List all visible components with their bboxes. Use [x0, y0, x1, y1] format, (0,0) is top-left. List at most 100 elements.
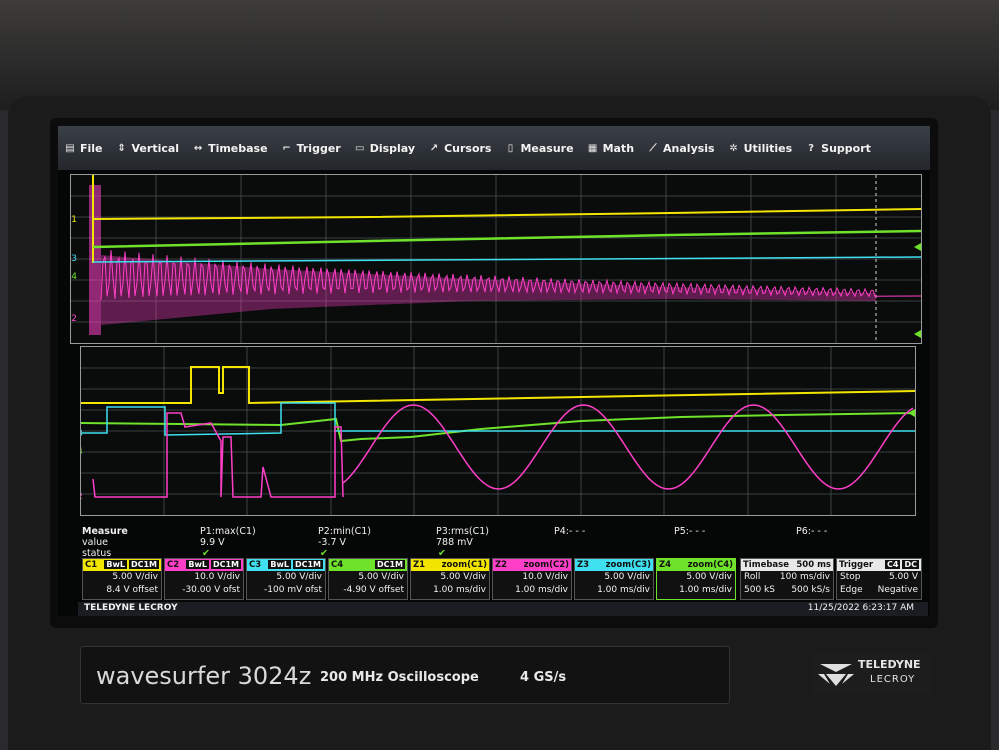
- timebase-sample-rate: 500 kS/s: [791, 585, 830, 595]
- menu-bar: ▤ File ⇕ Vertical ↔ Timebase ⌐ Trigger ▭ Disp…: [58, 126, 930, 170]
- menu-trigger[interactable]: ⌐ Trigger: [281, 142, 340, 155]
- c1-id: C1: [85, 560, 98, 570]
- menu-support[interactable]: ? Support: [805, 142, 871, 155]
- descriptor-z3[interactable]: Z3 zoom(C3) 5.00 V/div 1.00 ms/div: [574, 558, 654, 600]
- status-bar: TELEDYNE LECROY 11/25/2022 6:23:17 AM: [78, 602, 928, 616]
- p3-name[interactable]: P3:rms(C1): [436, 526, 489, 537]
- z2-sine-trace: [342, 404, 914, 490]
- z1-source: zoom(C1): [441, 560, 487, 570]
- label-c3: C3: [71, 254, 77, 264]
- z1-timebase: 1.00 ms/div: [433, 585, 486, 595]
- menu-file-label: File: [80, 141, 103, 155]
- menu-measure[interactable]: ▯ Measure: [504, 141, 574, 155]
- menu-utilities-label: Utilities: [743, 141, 793, 155]
- menu-timebase[interactable]: ↔ Timebase: [192, 142, 268, 155]
- c1-tag-coupling: DC1M: [128, 560, 159, 569]
- label-z1: Z1: [81, 397, 83, 407]
- menu-vertical[interactable]: ⇕ Vertical: [116, 141, 180, 155]
- trigger-type: Edge: [840, 585, 863, 595]
- timebase-rate: 100 ms/div: [779, 572, 830, 582]
- channel-descriptors: C1 BwL DC1M 5.00 V/div 8.4 V offset C2 BwL D…: [78, 558, 928, 602]
- menu-timebase-label: Timebase: [208, 141, 268, 155]
- c4-offset: -4.90 V offset: [343, 585, 404, 595]
- menu-measure-label: Measure: [520, 141, 574, 155]
- cursors-icon: ↗: [429, 142, 439, 154]
- descriptor-c2[interactable]: C2 BwL DC1M 10.0 V/div -30.00 V ofst: [164, 558, 244, 600]
- menu-math-label: Math: [602, 141, 635, 155]
- timebase-descriptor[interactable]: Timebase 500 ms Roll 100 ms/div 500 kS 500 …: [740, 558, 834, 600]
- menu-cursors[interactable]: ↗ Cursors: [428, 141, 492, 155]
- z3-source: zoom(C3): [605, 560, 651, 570]
- menu-support-label: Support: [821, 141, 871, 155]
- trigger-source-badge: C4: [885, 560, 901, 569]
- menu-file[interactable]: ▤ File: [64, 141, 103, 155]
- p2-value: -3.7 V: [318, 537, 347, 548]
- trigger-descriptor[interactable]: Trigger C4 DC Stop 5.00 V Edge Negative: [836, 558, 922, 600]
- z3-timebase: 1.00 ms/div: [597, 585, 650, 595]
- model-number: 3024z: [237, 662, 312, 690]
- p4-name[interactable]: P4:- - -: [554, 526, 585, 537]
- upper-waveform-svg: C1 C3 C4 C2: [71, 175, 921, 343]
- label-z4: Z4: [81, 447, 83, 457]
- z4-id: Z4: [659, 560, 672, 570]
- p1-name[interactable]: P1:max(C1): [200, 526, 256, 537]
- menu-utilities[interactable]: ✲ Utilities: [728, 141, 793, 155]
- label-z3: Z3: [81, 429, 83, 439]
- c3-tag-bwl: BwL: [268, 560, 291, 569]
- bandwidth-spec: 200 MHz Oscilloscope: [320, 670, 479, 685]
- z4-source: zoom(C4): [687, 560, 733, 570]
- status-brand: TELEDYNE LECROY: [84, 603, 178, 613]
- z1-id: Z1: [413, 560, 426, 570]
- logo-line-2: LECROY: [870, 674, 916, 685]
- c3-offset: -100 mV ofst: [264, 585, 322, 595]
- trigger-level: 5.00 V: [888, 572, 918, 582]
- menu-math[interactable]: ▦ Math: [587, 142, 634, 155]
- c1-scale: 5.00 V/div: [112, 572, 158, 582]
- menu-vertical-label: Vertical: [131, 141, 180, 155]
- label-c2: C2: [71, 314, 77, 324]
- z1-scale: 5.00 V/div: [440, 572, 486, 582]
- p1-value: 9.9 V: [200, 537, 225, 548]
- measurement-table[interactable]: Measure value status P1:max(C1) 9.9 V ✔ …: [78, 524, 928, 560]
- c2-tag-coupling: DC1M: [210, 560, 241, 569]
- trigger-coupling-badge: DC: [902, 560, 919, 569]
- label-c1: C1: [71, 215, 77, 225]
- menu-analysis[interactable]: ⟋ Analysis: [647, 142, 715, 155]
- trigger-title: Trigger: [839, 560, 874, 570]
- upper-waveform-grid[interactable]: C1 C3 C4 C2: [70, 174, 922, 344]
- scope-screen: ▤ File ⇕ Vertical ↔ Timebase ⌐ Trigger ▭ Disp…: [58, 126, 930, 616]
- timebase-icon: ↔: [193, 142, 203, 154]
- scope-top-casing: [0, 0, 999, 110]
- zoom-waveform-grid[interactable]: Z1 Z3 Z4 Z2: [80, 346, 916, 516]
- p2-name[interactable]: P2:min(C1): [318, 526, 371, 537]
- measure-header: Measure: [82, 526, 128, 537]
- timebase-title: Timebase: [743, 560, 789, 570]
- descriptor-c3[interactable]: C3 BwL DC1M 5.00 V/div -100 mV ofst: [246, 558, 326, 600]
- file-icon: ▤: [65, 142, 75, 154]
- menu-display[interactable]: ▭ Display: [354, 142, 415, 155]
- p5-name[interactable]: P5:- - -: [674, 526, 705, 537]
- sample-rate-spec: 4 GS/s: [520, 670, 567, 685]
- p6-name[interactable]: P6:- - -: [796, 526, 827, 537]
- c2-scale: 10.0 V/div: [194, 572, 240, 582]
- vertical-icon: ⇕: [117, 142, 126, 154]
- descriptor-z2[interactable]: Z2 zoom(C2) 10.0 V/div 1.00 ms/div: [492, 558, 572, 600]
- descriptor-c4[interactable]: C4 DC1M 5.00 V/div -4.90 V offset: [328, 558, 408, 600]
- menu-cursors-label: Cursors: [444, 141, 492, 155]
- z2-timebase: 1.00 ms/div: [515, 585, 568, 595]
- c2-tag-bwl: BwL: [186, 560, 209, 569]
- utilities-icon: ✲: [729, 142, 738, 154]
- display-icon: ▭: [354, 142, 365, 154]
- z2-source: zoom(C2): [523, 560, 569, 570]
- zoom-waveform-svg: Z1 Z3 Z4 Z2: [81, 347, 915, 515]
- timebase-value: 500 ms: [796, 560, 831, 570]
- descriptor-z4[interactable]: Z4 zoom(C4) 5.00 V/div 1.00 ms/div: [656, 558, 736, 600]
- teledyne-lecroy-logo: TELEDYNE LECROY: [812, 654, 932, 694]
- descriptor-c1[interactable]: C1 BwL DC1M 5.00 V/div 8.4 V offset: [82, 558, 162, 600]
- label-c4: C4: [71, 272, 77, 282]
- z2-id: Z2: [495, 560, 508, 570]
- status-datetime: 11/25/2022 6:23:17 AM: [807, 603, 914, 613]
- measure-icon: ▯: [507, 142, 514, 154]
- descriptor-z1[interactable]: Z1 zoom(C1) 5.00 V/div 1.00 ms/div: [410, 558, 490, 600]
- c2-offset: -30.00 V ofst: [182, 585, 240, 595]
